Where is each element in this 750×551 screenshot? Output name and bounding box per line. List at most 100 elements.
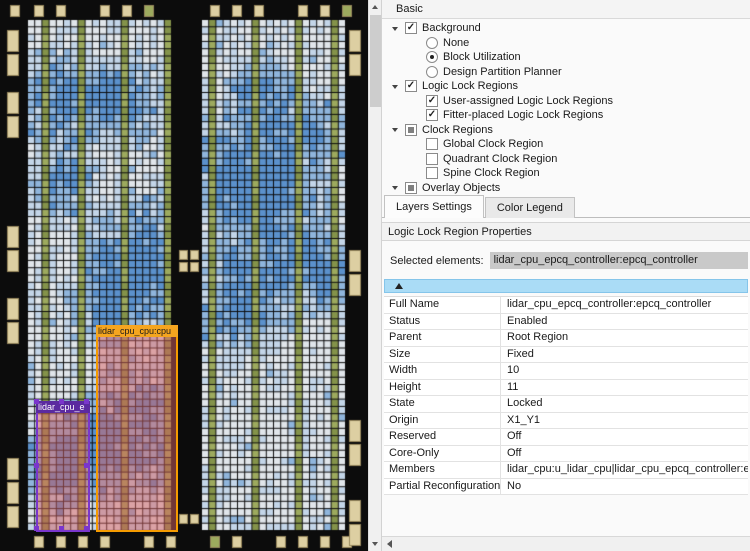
tree-item-overlay-objects[interactable]: Overlay Objects (382, 181, 750, 196)
property-row-origin[interactable]: Origin X1_Y1 (384, 412, 748, 429)
chip-floorplan-view[interactable]: lidar_cpu_cpu:cpu lidar_cpu_e (0, 0, 368, 551)
properties-table: Full Name lidar_cpu_epcq_controller:epcq_… (384, 296, 748, 495)
checkbox[interactable] (426, 152, 438, 165)
region-resize-handle[interactable] (34, 526, 39, 531)
tree-item-user-assigned-logic-lock-regions[interactable]: ✓ User-assigned Logic Lock Regions (382, 94, 750, 109)
expand-chevron-down-icon[interactable] (392, 24, 401, 33)
tab-layers-settings[interactable]: Layers Settings (384, 195, 484, 218)
region-resize-handle[interactable] (84, 399, 89, 404)
region-resize-handle[interactable] (59, 399, 64, 404)
tree-item-label: Logic Lock Regions (422, 80, 519, 93)
property-row-parent[interactable]: Parent Root Region (384, 330, 748, 347)
region-resize-handle[interactable] (34, 462, 39, 468)
property-row-core-only[interactable]: Core-Only Off (384, 445, 748, 462)
properties-section-title: Logic Lock Region Properties (382, 222, 750, 241)
property-row-status[interactable]: Status Enabled (384, 313, 748, 330)
tree-item-label: Background (422, 22, 481, 35)
property-value: Fixed (507, 347, 534, 360)
tree-item-global-clock-region[interactable]: Global Clock Region (382, 137, 750, 152)
tree-item-spine-clock-region[interactable]: Spine Clock Region (382, 166, 750, 181)
tree-item-fitter-placed-logic-lock-regions[interactable]: ✓ Fitter-placed Logic Lock Regions (382, 108, 750, 123)
property-name: Width (384, 363, 501, 379)
property-row-reserved[interactable]: Reserved Off (384, 429, 748, 446)
tree-item-background[interactable]: ✓ Background (382, 21, 750, 36)
checkbox[interactable] (405, 123, 417, 136)
property-name: Members (384, 462, 501, 478)
region-resize-handle[interactable] (34, 399, 39, 404)
property-row-members[interactable]: Members lidar_cpu:u_lidar_cpu|lidar_cpu_e… (384, 462, 748, 479)
tree-item-none[interactable]: None (382, 36, 750, 51)
tree-item-logic-lock-regions[interactable]: ✓ Logic Lock Regions (382, 79, 750, 94)
scroll-up-arrow-icon[interactable] (369, 0, 381, 14)
property-name: State (384, 396, 501, 412)
radio-button[interactable] (426, 36, 438, 49)
property-value: Enabled (507, 314, 548, 327)
checkbox[interactable] (426, 138, 438, 151)
property-name: Reserved (384, 429, 501, 445)
properties-collapse-bar[interactable] (384, 279, 748, 293)
property-row-height[interactable]: Height 11 (384, 379, 748, 396)
checkbox[interactable]: ✓ (405, 80, 417, 93)
selected-elements-label: Selected elements: (390, 254, 484, 267)
checkbox[interactable]: ✓ (405, 22, 417, 35)
logic-lock-region-cpu[interactable]: lidar_cpu_cpu:cpu (96, 325, 178, 532)
region-label: lidar_cpu_cpu:cpu (96, 325, 178, 337)
property-value: X1_Y1 (507, 413, 541, 426)
property-row-width[interactable]: Width 10 (384, 363, 748, 380)
region-resize-handle[interactable] (84, 526, 89, 531)
property-row-size[interactable]: Size Fixed (384, 346, 748, 363)
logic-lock-region-epcq[interactable]: lidar_cpu_e (34, 399, 90, 532)
property-name: Height (384, 379, 501, 395)
tree-item-label: Fitter-placed Logic Lock Regions (443, 109, 604, 122)
checkbox[interactable] (426, 167, 438, 180)
property-value: 11 (507, 380, 519, 393)
tree-item-label: Quadrant Clock Region (443, 152, 558, 165)
tree-item-label: Spine Clock Region (443, 167, 540, 180)
property-value: Off (507, 446, 522, 459)
property-name: Status (384, 313, 501, 329)
tree-item-clock-regions[interactable]: Clock Regions (382, 123, 750, 138)
vertical-scrollbar-thumb[interactable] (370, 15, 381, 107)
vertical-scrollbar[interactable] (368, 0, 382, 551)
property-row-full-name[interactable]: Full Name lidar_cpu_epcq_controller:epcq_… (384, 297, 748, 314)
layers-tree: ✓ Background None Block Utilization Design P… (382, 21, 750, 195)
chip-planner-window: lidar_cpu_cpu:cpu lidar_cpu_e Basic ✓ Back… (0, 0, 750, 551)
property-value: 10 (507, 364, 520, 376)
expand-chevron-down-icon[interactable] (392, 183, 401, 192)
property-value: lidar_cpu:u_lidar_cpu|lidar_cpu_epcq_con… (507, 463, 748, 475)
region-resize-handle[interactable] (59, 526, 64, 531)
horizontal-scrollbar[interactable] (382, 536, 750, 551)
radio-button[interactable] (426, 51, 438, 64)
property-name: Partial Reconfiguration (384, 478, 501, 494)
expand-chevron-down-icon[interactable] (392, 125, 401, 134)
expand-chevron-down-icon[interactable] (392, 82, 401, 91)
collapse-arrow-icon (395, 283, 403, 289)
property-name: Core-Only (384, 445, 501, 461)
tree-item-design-partition-planner[interactable]: Design Partition Planner (382, 65, 750, 80)
selected-element-dropdown[interactable]: lidar_cpu_epcq_controller:epcq_controlle… (489, 252, 748, 269)
tab-color-legend[interactable]: Color Legend (484, 197, 575, 218)
panel-tab-bar: Layers Settings Color Legend (382, 195, 750, 218)
basic-section-header: Basic (382, 0, 750, 19)
scroll-down-arrow-icon[interactable] (369, 537, 381, 551)
tree-item-label: Design Partition Planner (443, 65, 562, 78)
layers-panel: Basic ✓ Background None Block Utilization De… (382, 0, 750, 551)
scroll-left-arrow-icon[interactable] (384, 539, 396, 549)
region-resize-handle[interactable] (84, 462, 89, 468)
radio-button[interactable] (426, 65, 438, 78)
checkbox[interactable]: ✓ (426, 109, 438, 122)
property-name: Full Name (384, 297, 501, 313)
property-name: Parent (384, 330, 501, 346)
property-row-partial-reconfiguration[interactable]: Partial Reconfiguration No (384, 478, 748, 495)
tree-item-quadrant-clock-region[interactable]: Quadrant Clock Region (382, 152, 750, 167)
tree-item-block-utilization[interactable]: Block Utilization (382, 50, 750, 65)
property-name: Size (384, 346, 501, 362)
property-value: Root Region (507, 331, 569, 343)
tree-item-label: Global Clock Region (443, 138, 544, 151)
property-row-state[interactable]: State Locked (384, 396, 748, 413)
checkbox[interactable]: ✓ (426, 94, 438, 107)
property-value: lidar_cpu_epcq_controller:epcq_controlle… (507, 298, 712, 310)
selected-elements-row: Selected elements: lidar_cpu_epcq_contro… (390, 252, 748, 269)
tree-item-label: Clock Regions (422, 123, 493, 136)
checkbox[interactable] (405, 181, 417, 194)
